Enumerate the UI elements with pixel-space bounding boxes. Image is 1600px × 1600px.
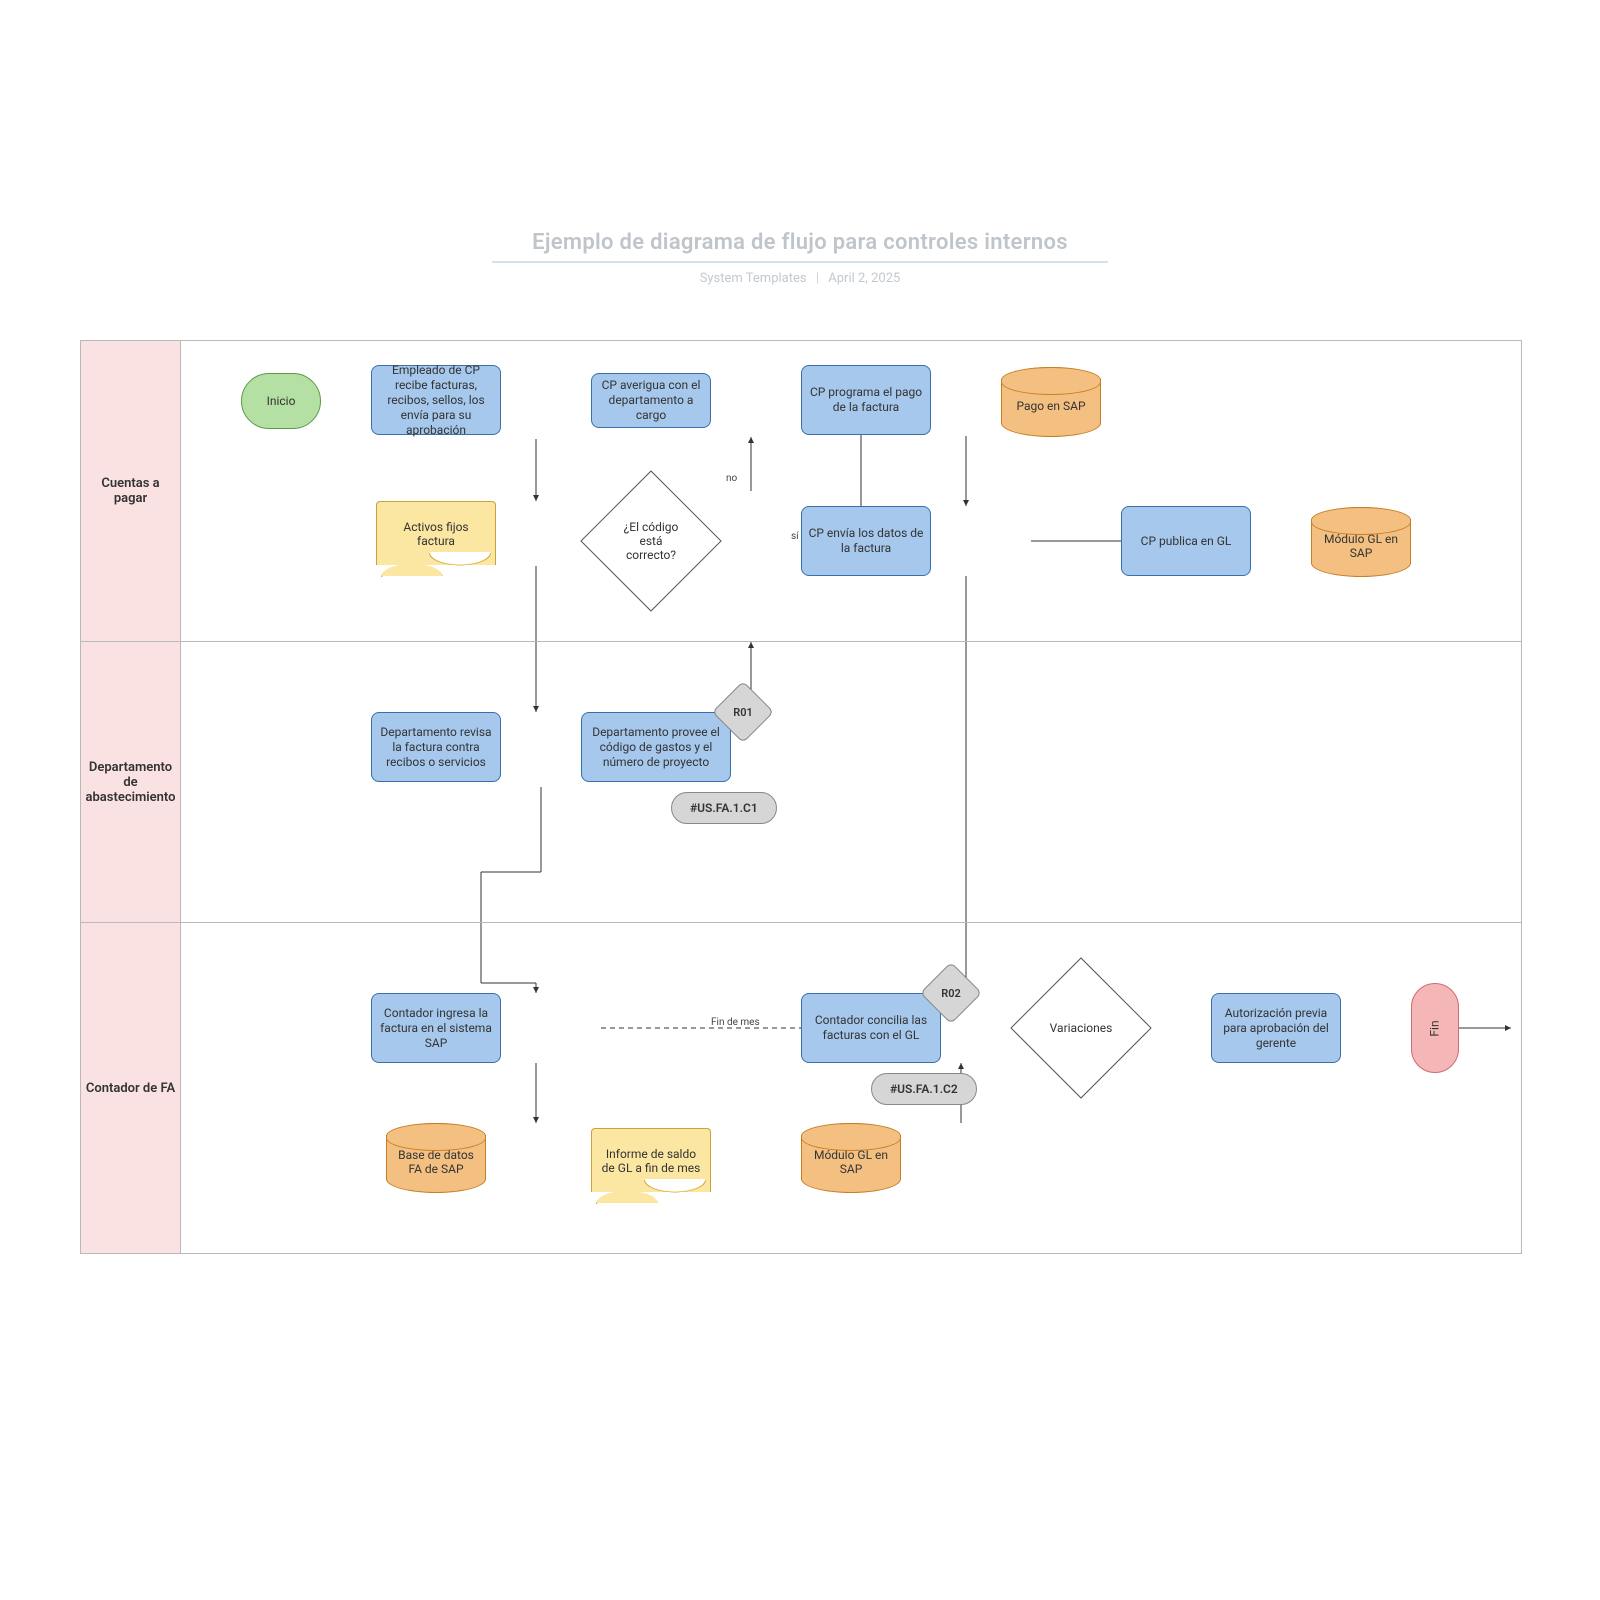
process-provide-code: Departamento provee el código de gastos … [581, 712, 731, 782]
process-enter-invoice-sap: Contador ingresa la factura en el sistem… [371, 993, 501, 1063]
lane-supply-connectors [281, 642, 1600, 922]
swimlane-container: Cuentas a pagar [80, 340, 1522, 1254]
process-cp-clarify: CP averigua con el departamento a cargo [591, 373, 711, 428]
process-reconcile-gl: Contador concilia las facturas con el GL [801, 993, 941, 1063]
lane-fa-header: Contador de FA [81, 923, 181, 1253]
document-gl-balance-report: Informe de saldo de GL a fin de mes [591, 1128, 711, 1192]
datastore-gl-module-2: Módulo GL en SAP [801, 1123, 901, 1193]
title-block: Ejemplo de diagrama de flujo para contro… [0, 230, 1600, 286]
date: April 2, 2025 [828, 271, 900, 286]
control-c2: #US.FA.1.C2 [871, 1073, 977, 1105]
document-fixed-asset-invoice: Activos fijos factura [376, 501, 496, 565]
edge-label-no: no [726, 473, 737, 484]
diagram-subtitle: System Templates | April 2, 2025 [0, 271, 1600, 286]
lane-supply-body: Departamento revisa la factura contra re… [181, 642, 1521, 922]
end-node: Fin [1411, 983, 1459, 1073]
risk-r02: R02 [929, 971, 973, 1015]
author: System Templates [700, 271, 807, 286]
datastore-sap-payment: Pago en SAP [1001, 367, 1101, 437]
decision-variances: Variaciones [1031, 978, 1131, 1078]
lane-ap-body: Inicio Empleado de CP recibe facturas, r… [181, 341, 1521, 641]
diagram-title: Ejemplo de diagrama de flujo para contro… [492, 230, 1108, 263]
control-c1: #US.FA.1.C1 [671, 792, 777, 824]
datastore-fa-sap: Base de datos FA de SAP [386, 1123, 486, 1193]
lane-fa: Contador de FA [81, 923, 1521, 1253]
diagram-canvas: Ejemplo de diagrama de flujo para contro… [0, 0, 1600, 1600]
separator-icon: | [810, 271, 825, 286]
lane-supply: Departamento de abastecimiento [81, 642, 1521, 923]
lane-ap-header: Cuentas a pagar [81, 341, 181, 641]
risk-r01: R01 [721, 690, 765, 734]
datastore-gl-module-1: Módulo GL en SAP [1311, 507, 1411, 577]
edge-label-si: sí [791, 531, 799, 542]
process-schedule-payment: CP programa el pago de la factura [801, 365, 931, 435]
process-send-invoice-data: CP envía los datos de la factura [801, 506, 931, 576]
start-node: Inicio [241, 373, 321, 429]
process-review-invoice: Departamento revisa la factura contra re… [371, 712, 501, 782]
process-post-gl: CP publica en GL [1121, 506, 1251, 576]
lane-fa-body: Contador ingresa la factura en el sistem… [181, 923, 1521, 1253]
process-receive-invoice: Empleado de CP recibe facturas, recibos,… [371, 365, 501, 435]
lane-ap: Cuentas a pagar [81, 341, 1521, 642]
process-manager-approval: Autorización previa para aprobación del … [1211, 993, 1341, 1063]
lane-supply-header: Departamento de abastecimiento [81, 642, 181, 922]
decision-code-correct: ¿El código está correcto? [601, 491, 701, 591]
edge-label-month-end: Fin de mes [711, 1017, 760, 1028]
